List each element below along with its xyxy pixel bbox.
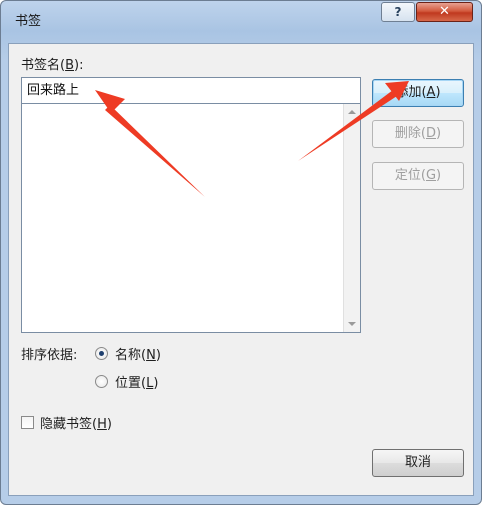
cancel-button[interactable]: 取消 [372, 449, 464, 477]
scroll-up-arrow-icon[interactable] [348, 110, 356, 114]
sort-by-name-radio[interactable] [95, 347, 108, 360]
sort-by-location-radio[interactable] [95, 375, 108, 388]
goto-button[interactable]: 定位(G) [372, 162, 464, 190]
button-label-suffix: ) [436, 126, 442, 141]
label-text: 书签名( [21, 58, 66, 73]
add-button[interactable]: 添加(A) [372, 79, 464, 107]
option-text: 位置( [115, 376, 147, 391]
label-suffix: ): [74, 58, 84, 73]
option-text: 隐藏书签( [40, 417, 98, 432]
hidden-bookmarks-label[interactable]: 隐藏书签(H) [40, 413, 112, 432]
accelerator-key: G [425, 168, 437, 183]
title-bar[interactable]: 书签 ? ✕ [1, 1, 481, 35]
vertical-scrollbar[interactable] [343, 104, 360, 332]
dialog-title: 书签 [15, 14, 42, 29]
bookmark-name-label: 书签名(B): [21, 54, 83, 73]
button-label: 添加( [395, 85, 427, 100]
button-label-suffix: ) [436, 168, 442, 183]
option-suffix: ) [155, 348, 161, 363]
delete-button[interactable]: 删除(D) [372, 120, 464, 148]
bookmark-dialog: 书签 ? ✕ 书签名(B): 回来路上 添加(A) 删除(D) 定位(G) 排序… [0, 0, 482, 505]
scroll-down-arrow-icon[interactable] [348, 322, 356, 326]
sort-by-location-label[interactable]: 位置(L) [115, 372, 158, 391]
accelerator-key: B [65, 58, 74, 73]
sort-by-label: 排序依据: [21, 348, 78, 363]
option-text: 名称( [115, 348, 147, 363]
button-label: 删除( [394, 126, 426, 141]
option-suffix: ) [106, 417, 112, 432]
button-label: 定位( [394, 168, 426, 183]
dialog-body: 书签名(B): 回来路上 添加(A) 删除(D) 定位(G) 排序依据: 名称(… [8, 43, 474, 496]
accelerator-key: D [425, 126, 436, 141]
hidden-bookmarks-checkbox[interactable] [21, 416, 34, 429]
close-button[interactable]: ✕ [416, 2, 473, 22]
accelerator-key: N [146, 348, 156, 363]
bookmark-name-input[interactable]: 回来路上 [21, 77, 361, 104]
help-button[interactable]: ? [381, 2, 415, 22]
sort-by-name-label[interactable]: 名称(N) [115, 344, 161, 363]
option-suffix: ) [153, 376, 159, 391]
accelerator-key: H [97, 417, 107, 432]
button-label-suffix: ) [435, 85, 441, 100]
close-icon: ✕ [439, 4, 450, 19]
bookmark-list[interactable] [21, 104, 361, 333]
help-icon: ? [394, 5, 402, 19]
